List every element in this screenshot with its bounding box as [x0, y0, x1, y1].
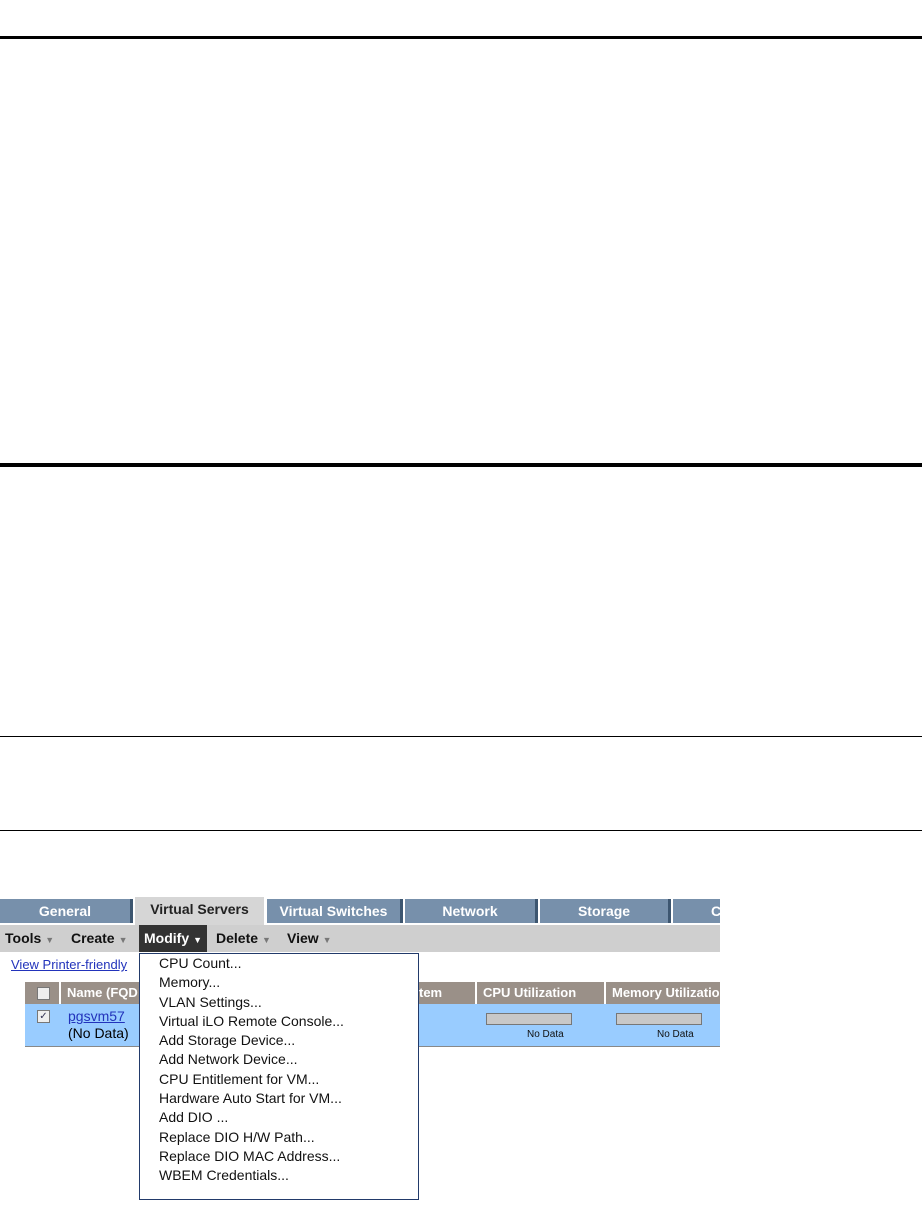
divider-thin-2: [0, 830, 922, 831]
chevron-down-icon: ▼: [45, 935, 55, 945]
view-printer-friendly-link[interactable]: View Printer-friendly: [11, 957, 127, 972]
divider-middle: [0, 463, 922, 467]
vm-status: (No Data): [68, 1025, 129, 1041]
column-system[interactable]: tem: [413, 982, 479, 1004]
chevron-down-icon: ▼: [193, 935, 203, 945]
modify-menu[interactable]: Modify ▼: [139, 925, 208, 952]
create-label: Create: [71, 930, 115, 946]
delete-label: Delete: [216, 930, 259, 946]
chevron-down-icon: ▼: [322, 935, 332, 945]
tab-general[interactable]: General: [0, 899, 133, 923]
tools-menu[interactable]: Tools ▼: [0, 925, 59, 952]
menu-item-memory[interactable]: Memory...: [140, 973, 418, 992]
delete-menu[interactable]: Delete ▼: [211, 925, 276, 952]
divider-thin-1: [0, 736, 922, 737]
screenshot-virtual-servers: General Virtual Servers Virtual Switches…: [0, 897, 720, 1207]
menu-item-cpu-count[interactable]: CPU Count...: [140, 954, 418, 973]
menu-item-cpu-entitlement[interactable]: CPU Entitlement for VM...: [140, 1070, 418, 1089]
tab-virtual-servers[interactable]: Virtual Servers: [135, 897, 264, 925]
menu-item-vlan-settings[interactable]: VLAN Settings...: [140, 993, 418, 1012]
cpu-utilization-value: No Data: [527, 1029, 564, 1040]
divider-top: [0, 36, 922, 39]
memory-utilization-value: No Data: [657, 1029, 694, 1040]
chevron-down-icon: ▼: [118, 935, 128, 945]
menu-item-replace-dio-path[interactable]: Replace DIO H/W Path...: [140, 1128, 418, 1147]
vm-name-link[interactable]: pgsvm57: [68, 1008, 125, 1024]
menu-item-virtual-ilo[interactable]: Virtual iLO Remote Console...: [140, 1012, 418, 1031]
modify-dropdown: CPU Count... Memory... VLAN Settings... …: [139, 953, 419, 1200]
create-menu[interactable]: Create ▼: [66, 925, 133, 952]
column-cpu-utilization[interactable]: CPU Utilization: [475, 982, 603, 1004]
view-label: View: [287, 930, 319, 946]
view-menu[interactable]: View ▼: [282, 925, 337, 952]
modify-label: Modify: [144, 930, 190, 946]
menu-item-replace-dio-mac[interactable]: Replace DIO MAC Address...: [140, 1147, 418, 1166]
tab-storage[interactable]: Storage: [540, 899, 671, 923]
menu-item-wbem-credentials[interactable]: WBEM Credentials...: [140, 1166, 418, 1185]
tab-network[interactable]: Network: [405, 899, 538, 923]
column-memory-utilization[interactable]: Memory Utilizatio: [604, 982, 720, 1004]
tab-virtual-switches[interactable]: Virtual Switches: [267, 899, 403, 923]
chevron-down-icon: ▼: [262, 935, 271, 945]
menu-item-add-dio[interactable]: Add DIO ...: [140, 1108, 418, 1127]
menu-item-add-network[interactable]: Add Network Device...: [140, 1050, 418, 1069]
toolbar: Tools ▼ Create ▼ Modify ▼ Delete ▼ View ▼: [0, 925, 720, 952]
memory-utilization-bar: [616, 1013, 702, 1025]
menu-item-hw-auto-start[interactable]: Hardware Auto Start for VM...: [140, 1089, 418, 1108]
menu-item-add-storage[interactable]: Add Storage Device...: [140, 1031, 418, 1050]
row-checkbox[interactable]: ✓: [37, 1010, 50, 1023]
cpu-utilization-bar: [486, 1013, 572, 1025]
tools-label: Tools: [5, 930, 42, 946]
tab-co[interactable]: Co: [673, 899, 720, 923]
select-all-checkbox[interactable]: [37, 987, 50, 1000]
